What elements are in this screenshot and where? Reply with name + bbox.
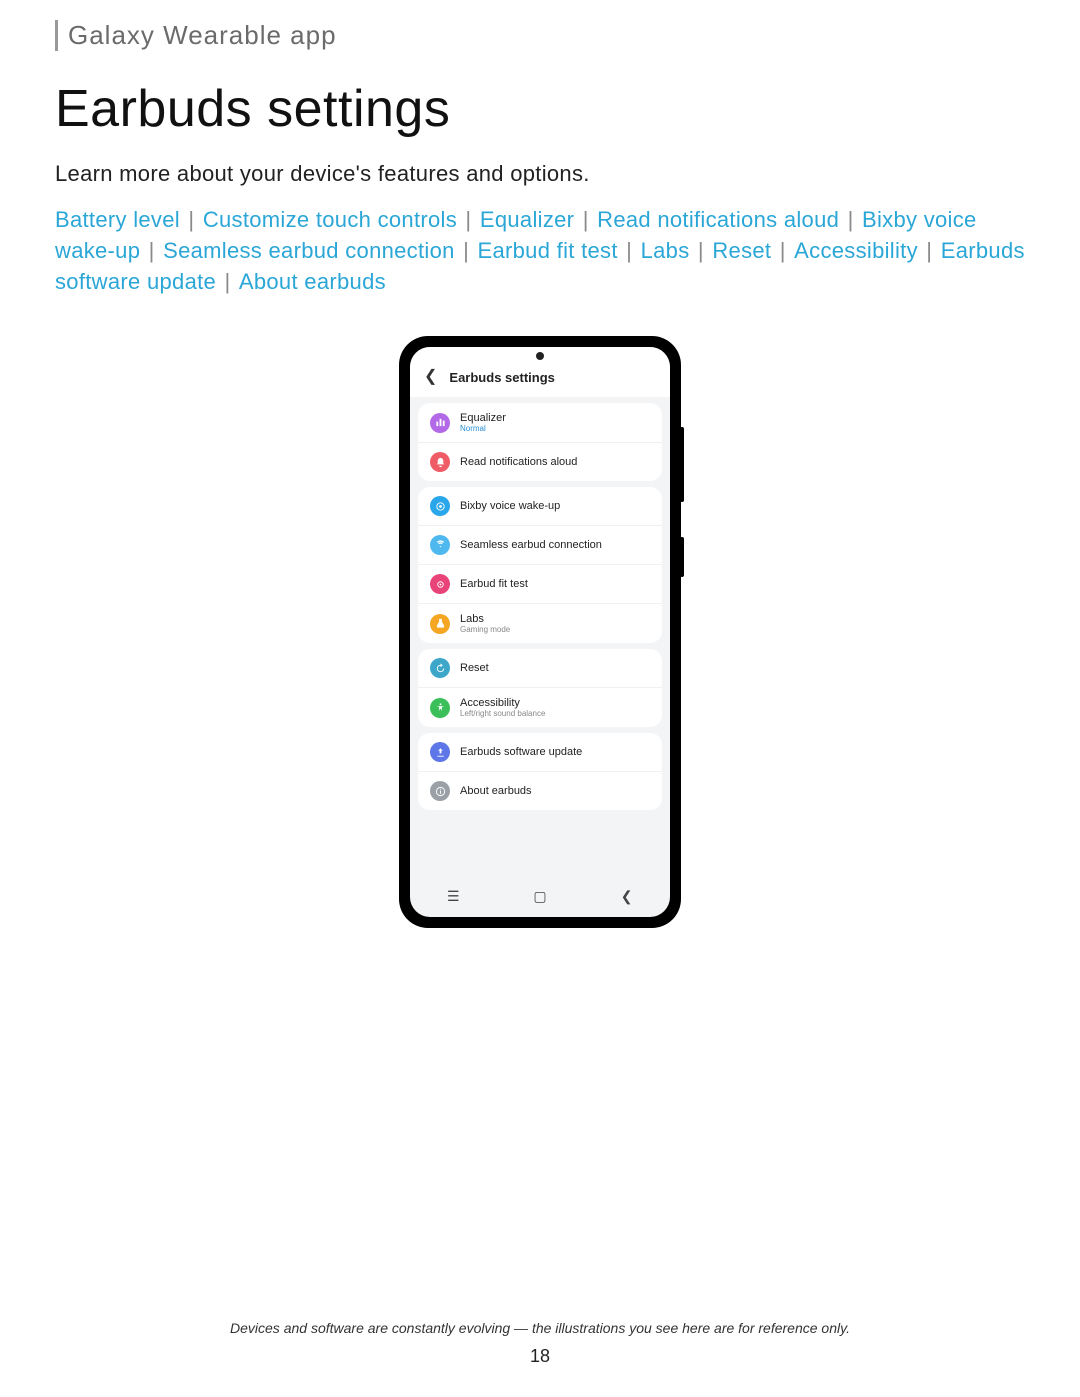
- settings-row[interactable]: Read notifications aloud: [418, 442, 662, 481]
- reset-icon: [430, 658, 450, 678]
- settings-row-label: Bixby voice wake-up: [460, 500, 560, 512]
- section-links: Battery level | Customize touch controls…: [55, 205, 1025, 297]
- link-separator: |: [839, 207, 862, 232]
- settings-row-sublabel: Gaming mode: [460, 625, 510, 634]
- settings-row-label: Accessibility: [460, 697, 545, 709]
- settings-row-label: Reset: [460, 662, 489, 674]
- back-icon[interactable]: ❮: [424, 369, 437, 385]
- breadcrumb: Galaxy Wearable app: [68, 20, 1025, 51]
- intro-text: Learn more about your device's features …: [55, 161, 1025, 187]
- section-link[interactable]: Accessibility: [794, 238, 918, 263]
- settings-row-label: Seamless earbud connection: [460, 539, 602, 551]
- section-link[interactable]: Read notifications aloud: [597, 207, 839, 232]
- link-separator: |: [140, 238, 163, 263]
- nav-back-icon[interactable]: ❮: [612, 888, 642, 905]
- section-link[interactable]: About earbuds: [239, 269, 386, 294]
- phone-navbar: ☰ ▢ ❮: [410, 874, 670, 917]
- settings-row-label: About earbuds: [460, 785, 532, 797]
- bell-icon: [430, 452, 450, 472]
- section-link[interactable]: Reset: [712, 238, 771, 263]
- link-separator: |: [918, 238, 941, 263]
- settings-group: Earbuds software update About earbuds: [418, 733, 662, 810]
- settings-row[interactable]: AccessibilityLeft/right sound balance: [418, 687, 662, 727]
- page-number: 18: [0, 1346, 1080, 1367]
- section-link[interactable]: Labs: [641, 238, 690, 263]
- settings-row[interactable]: Bixby voice wake-up: [418, 487, 662, 525]
- link-separator: |: [618, 238, 641, 263]
- link-separator: |: [771, 238, 794, 263]
- settings-row[interactable]: Earbuds software update: [418, 733, 662, 771]
- link-separator: |: [457, 207, 480, 232]
- settings-group: Bixby voice wake-up Seamless earbud conne…: [418, 487, 662, 643]
- section-link[interactable]: Battery level: [55, 207, 180, 232]
- settings-row[interactable]: About earbuds: [418, 771, 662, 810]
- settings-row[interactable]: Seamless earbud connection: [418, 525, 662, 564]
- footnote: Devices and software are constantly evol…: [0, 1320, 1080, 1336]
- section-link[interactable]: Equalizer: [480, 207, 574, 232]
- section-link[interactable]: Seamless earbud connection: [163, 238, 455, 263]
- settings-row-label: Read notifications aloud: [460, 456, 577, 468]
- app-header: ❮ Earbuds settings: [410, 347, 670, 397]
- bixby-icon: [430, 496, 450, 516]
- link-separator: |: [455, 238, 478, 263]
- update-icon: [430, 742, 450, 762]
- section-link[interactable]: Earbud fit test: [478, 238, 618, 263]
- settings-row[interactable]: Earbud fit test: [418, 564, 662, 603]
- settings-row-label: Equalizer: [460, 412, 506, 424]
- link-separator: |: [574, 207, 597, 232]
- settings-row-sublabel: Left/right sound balance: [460, 709, 545, 718]
- settings-row[interactable]: Reset: [418, 649, 662, 687]
- settings-row-label: Labs: [460, 613, 510, 625]
- labs-icon: [430, 614, 450, 634]
- link-separator: |: [180, 207, 203, 232]
- settings-row-label: Earbuds software update: [460, 746, 582, 758]
- settings-row-sublabel: Normal: [460, 424, 506, 433]
- home-icon[interactable]: ▢: [525, 888, 555, 905]
- link-separator: |: [216, 269, 239, 294]
- equalizer-icon: [430, 413, 450, 433]
- accessibility-icon: [430, 698, 450, 718]
- settings-group: Reset AccessibilityLeft/right sound balan…: [418, 649, 662, 727]
- app-header-title: Earbuds settings: [449, 370, 554, 385]
- fit-test-icon: [430, 574, 450, 594]
- info-icon: [430, 781, 450, 801]
- settings-row-label: Earbud fit test: [460, 578, 528, 590]
- link-separator: |: [690, 238, 713, 263]
- connection-icon: [430, 535, 450, 555]
- page-title: Earbuds settings: [55, 79, 1025, 139]
- settings-row[interactable]: LabsGaming mode: [418, 603, 662, 643]
- settings-row[interactable]: EqualizerNormal: [418, 403, 662, 442]
- recents-icon[interactable]: ☰: [438, 888, 468, 905]
- settings-group: EqualizerNormal Read notifications aloud: [418, 403, 662, 481]
- section-link[interactable]: Customize touch controls: [203, 207, 457, 232]
- phone-illustration: ❮ Earbuds settings EqualizerNormal Read n…: [55, 337, 1025, 927]
